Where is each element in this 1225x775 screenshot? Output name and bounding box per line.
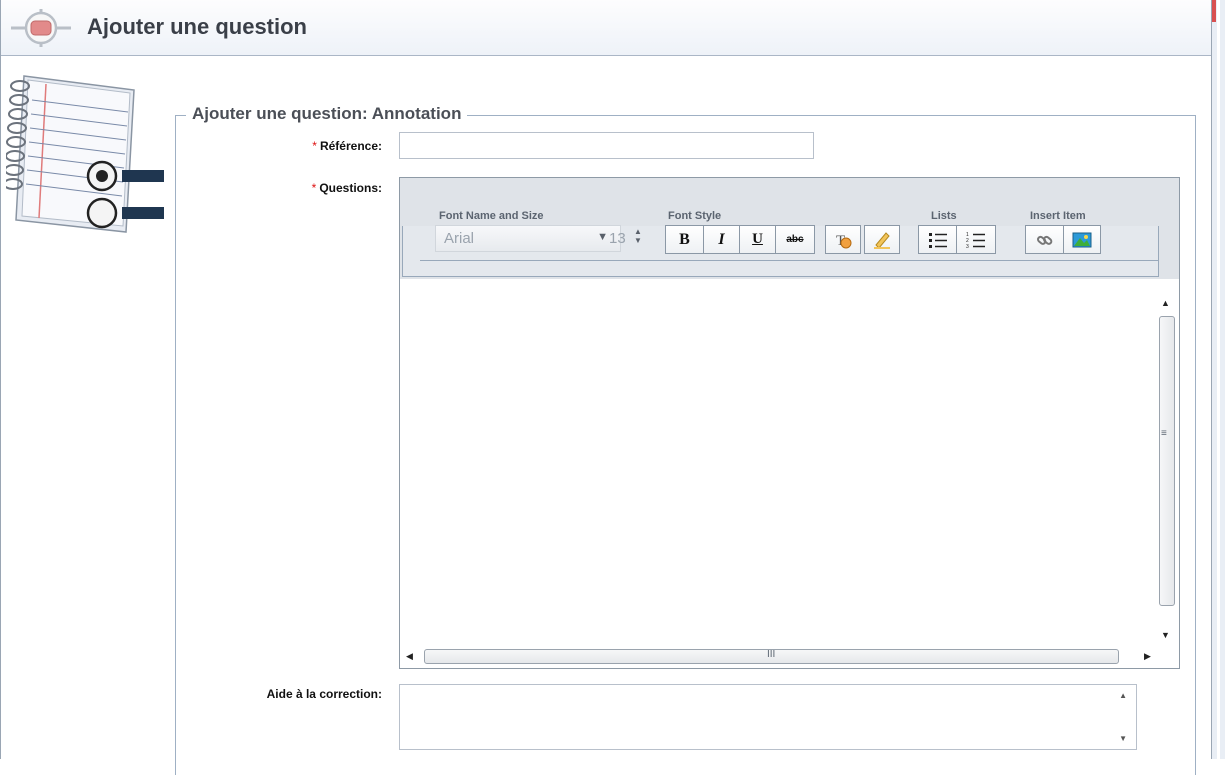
- scroll-left-arrow-icon[interactable]: ◀: [406, 651, 413, 662]
- highlighter-icon: [874, 231, 890, 249]
- questions-editor: Font Name and Size Font Style Lists Inse…: [399, 177, 1180, 669]
- right-edge-strip: [1212, 0, 1225, 759]
- insert-group-label: Insert Item: [1030, 210, 1086, 222]
- vertical-scroll-thumb[interactable]: [1159, 316, 1175, 606]
- required-mark: *: [312, 139, 317, 153]
- style-group-label: Font Style: [668, 210, 722, 222]
- editor-horizontal-scrollbar[interactable]: ◀ III ▶: [400, 647, 1157, 667]
- bold-button[interactable]: B: [665, 225, 703, 254]
- page-header: Ajouter une question: [1, 0, 1211, 56]
- image-icon: [1072, 232, 1092, 247]
- bullet-list-button[interactable]: [918, 225, 956, 254]
- spinner-arrows-icon: ▲ ▼: [634, 227, 642, 245]
- required-mark: *: [311, 181, 317, 195]
- link-icon: [1036, 235, 1052, 245]
- lists-group-label: Lists: [931, 210, 957, 222]
- questions-label: * Questions:: [311, 181, 382, 195]
- numbered-list-button[interactable]: 123: [956, 225, 996, 254]
- bullet-list-icon: [928, 232, 947, 248]
- insert-link-button[interactable]: [1025, 225, 1063, 254]
- scroll-up-arrow-icon[interactable]: ▲: [1161, 298, 1170, 308]
- strikethrough-button[interactable]: abc: [775, 225, 815, 254]
- font-name-select[interactable]: Arial ▼: [435, 225, 621, 252]
- font-group-label: Font Name and Size: [439, 210, 544, 222]
- aide-textarea[interactable]: ▲ ▼: [399, 684, 1137, 750]
- italic-button[interactable]: I: [703, 225, 739, 254]
- scroll-up-arrow-icon[interactable]: ▲: [1119, 691, 1127, 700]
- clear-format-icon: T: [836, 233, 852, 249]
- editor-content-area[interactable]: [400, 279, 1179, 668]
- editor-toolbar: Font Name and Size Font Style Lists Inse…: [400, 178, 1179, 279]
- aide-label: Aide à la correction:: [266, 687, 382, 701]
- notebook-icon: [6, 75, 164, 233]
- font-size-spinner[interactable]: 13 ▲ ▼: [601, 227, 651, 251]
- fieldset-legend: Ajouter une question: Annotation: [186, 104, 468, 124]
- clear-format-button[interactable]: T: [825, 225, 861, 254]
- numbered-list-icon: 123: [966, 232, 985, 249]
- editor-vertical-scrollbar[interactable]: ▲ ≡ ▼: [1157, 292, 1177, 647]
- scroll-down-arrow-icon[interactable]: ▼: [1119, 734, 1127, 743]
- reference-input[interactable]: [399, 132, 814, 159]
- accent-mark: [1212, 0, 1216, 22]
- scroll-grip-icon: ≡: [1161, 428, 1167, 439]
- scroll-grip-icon: III: [767, 649, 776, 660]
- underline-button[interactable]: U: [739, 225, 775, 254]
- svg-text:3: 3: [966, 244, 969, 249]
- scroll-right-arrow-icon[interactable]: ▶: [1144, 651, 1151, 662]
- highlight-button[interactable]: [864, 225, 900, 254]
- toolbar-divider: [420, 260, 1159, 261]
- page-title: Ajouter une question: [87, 14, 307, 39]
- scroll-down-arrow-icon[interactable]: ▼: [1161, 630, 1170, 640]
- target-icon: [11, 9, 71, 47]
- insert-image-button[interactable]: [1063, 225, 1101, 254]
- reference-label: * Référence:: [312, 139, 382, 153]
